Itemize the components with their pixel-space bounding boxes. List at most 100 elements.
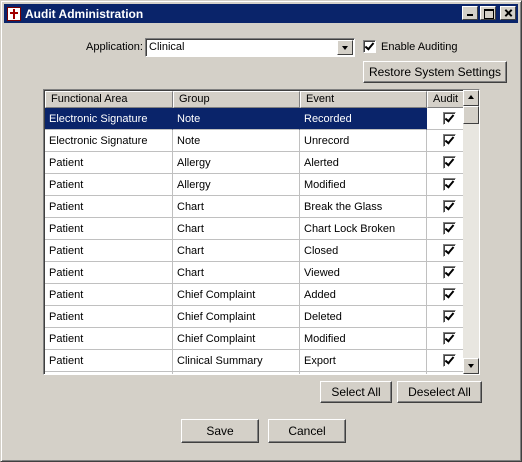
save-button[interactable]: Save (181, 419, 259, 443)
audit-checkbox[interactable] (443, 288, 456, 301)
audit-cell (427, 306, 464, 328)
group-cell: Allergy (173, 174, 300, 196)
functional-area-cell: Patient (45, 218, 173, 240)
functional-area-cell: Patient (45, 306, 173, 328)
maximize-button[interactable] (480, 6, 496, 20)
title-bar[interactable]: Audit Administration (4, 4, 518, 23)
close-button[interactable] (500, 6, 516, 20)
group-cell: Chart (173, 262, 300, 284)
application-select-value: Clinical (149, 41, 185, 53)
audit-cell (427, 174, 464, 196)
table-row[interactable]: Patient Chart Break the Glass (45, 196, 464, 218)
audit-checkbox[interactable] (443, 266, 456, 279)
audit-cell (427, 262, 464, 284)
select-all-button[interactable]: Select All (320, 381, 392, 403)
audit-cell (427, 284, 464, 306)
table-row[interactable]: Patient Chart Closed (45, 240, 464, 262)
scroll-up-arrow-icon (468, 95, 474, 99)
audit-cell (427, 152, 464, 174)
audit-checkbox[interactable] (443, 310, 456, 323)
table-row[interactable]: Electronic Signature Note Unrecord (45, 130, 464, 152)
functional-area-cell: Patient (45, 196, 173, 218)
table-row[interactable]: Patient Chief Complaint Added (45, 284, 464, 306)
group-cell: Chart (173, 196, 300, 218)
scroll-down-arrow-icon (468, 364, 474, 368)
table-row[interactable] (45, 372, 464, 374)
functional-area-cell: Patient (45, 350, 173, 372)
minimize-button[interactable] (462, 6, 478, 20)
table-header: Functional Area Group Event Audit (45, 91, 464, 108)
audit-checkbox[interactable] (443, 244, 456, 257)
scroll-up-button[interactable] (463, 90, 479, 106)
audit-checkbox[interactable] (443, 134, 456, 147)
group-cell: Chief Complaint (173, 284, 300, 306)
enable-auditing-label: Enable Auditing (381, 41, 458, 53)
scroll-thumb[interactable] (463, 106, 479, 124)
functional-area-cell: Patient (45, 152, 173, 174)
app-icon[interactable] (7, 6, 21, 21)
table-row[interactable]: Patient Allergy Modified (45, 174, 464, 196)
event-cell: Modified (300, 328, 427, 350)
event-cell: Viewed (300, 262, 427, 284)
functional-area-cell: Patient (45, 240, 173, 262)
audit-cell (427, 372, 464, 374)
group-cell: Note (173, 108, 300, 130)
audit-checkbox[interactable] (443, 354, 456, 367)
audit-checkbox[interactable] (443, 178, 456, 191)
table-row[interactable]: Patient Chart Chart Lock Broken (45, 218, 464, 240)
group-cell: Note (173, 130, 300, 152)
restore-system-settings-button[interactable]: Restore System Settings (363, 61, 507, 83)
title-bar-controls (462, 6, 516, 20)
event-cell: Export (300, 350, 427, 372)
table-row[interactable]: Patient Allergy Alerted (45, 152, 464, 174)
column-header-event[interactable]: Event (300, 91, 427, 108)
table-row[interactable]: Patient Clinical Summary Export (45, 350, 464, 372)
functional-area-cell: Electronic Signature (45, 130, 173, 152)
audit-checkbox[interactable] (443, 222, 456, 235)
group-cell (173, 372, 300, 374)
audit-administration-window: Audit Administration Application: Clinic… (0, 0, 522, 462)
event-cell: Unrecord (300, 130, 427, 152)
cancel-button[interactable]: Cancel (268, 419, 346, 443)
column-header-functional-area[interactable]: Functional Area (45, 91, 173, 108)
event-cell: Alerted (300, 152, 427, 174)
event-cell: Chart Lock Broken (300, 218, 427, 240)
audit-cell (427, 196, 464, 218)
audit-cell (427, 218, 464, 240)
application-select[interactable]: Clinical (145, 38, 355, 57)
event-cell: Recorded (300, 108, 427, 130)
enable-auditing-checkbox[interactable] (363, 40, 376, 53)
group-cell: Chart (173, 218, 300, 240)
group-cell: Clinical Summary (173, 350, 300, 372)
scroll-down-button[interactable] (463, 358, 479, 374)
table-body: Electronic Signature Note Recorded Electron… (45, 108, 464, 374)
column-header-group[interactable]: Group (173, 91, 300, 108)
functional-area-cell: Patient (45, 284, 173, 306)
functional-area-cell: Electronic Signature (45, 108, 173, 130)
audit-checkbox[interactable] (443, 156, 456, 169)
audit-checkbox[interactable] (443, 112, 456, 125)
audit-events-table: Functional Area Group Event Audit Electr… (43, 89, 480, 375)
functional-area-cell: Patient (45, 174, 173, 196)
event-cell: Deleted (300, 306, 427, 328)
audit-checkbox[interactable] (443, 200, 456, 213)
application-label: Application: (86, 41, 143, 53)
event-cell: Modified (300, 174, 427, 196)
event-cell: Break the Glass (300, 196, 427, 218)
table-row[interactable]: Electronic Signature Note Recorded (45, 108, 464, 130)
functional-area-cell: Patient (45, 328, 173, 350)
table-row[interactable]: Patient Chief Complaint Modified (45, 328, 464, 350)
window-title: Audit Administration (25, 6, 144, 21)
table-vertical-scrollbar[interactable] (463, 90, 479, 374)
column-header-audit[interactable]: Audit (427, 91, 464, 108)
group-cell: Chief Complaint (173, 328, 300, 350)
table-row[interactable]: Patient Chief Complaint Deleted (45, 306, 464, 328)
audit-checkbox[interactable] (443, 332, 456, 345)
audit-cell (427, 240, 464, 262)
audit-cell (427, 130, 464, 152)
application-dropdown-button[interactable] (337, 40, 353, 55)
event-cell (300, 372, 427, 374)
event-cell: Closed (300, 240, 427, 262)
table-row[interactable]: Patient Chart Viewed (45, 262, 464, 284)
deselect-all-button[interactable]: Deselect All (397, 381, 482, 403)
